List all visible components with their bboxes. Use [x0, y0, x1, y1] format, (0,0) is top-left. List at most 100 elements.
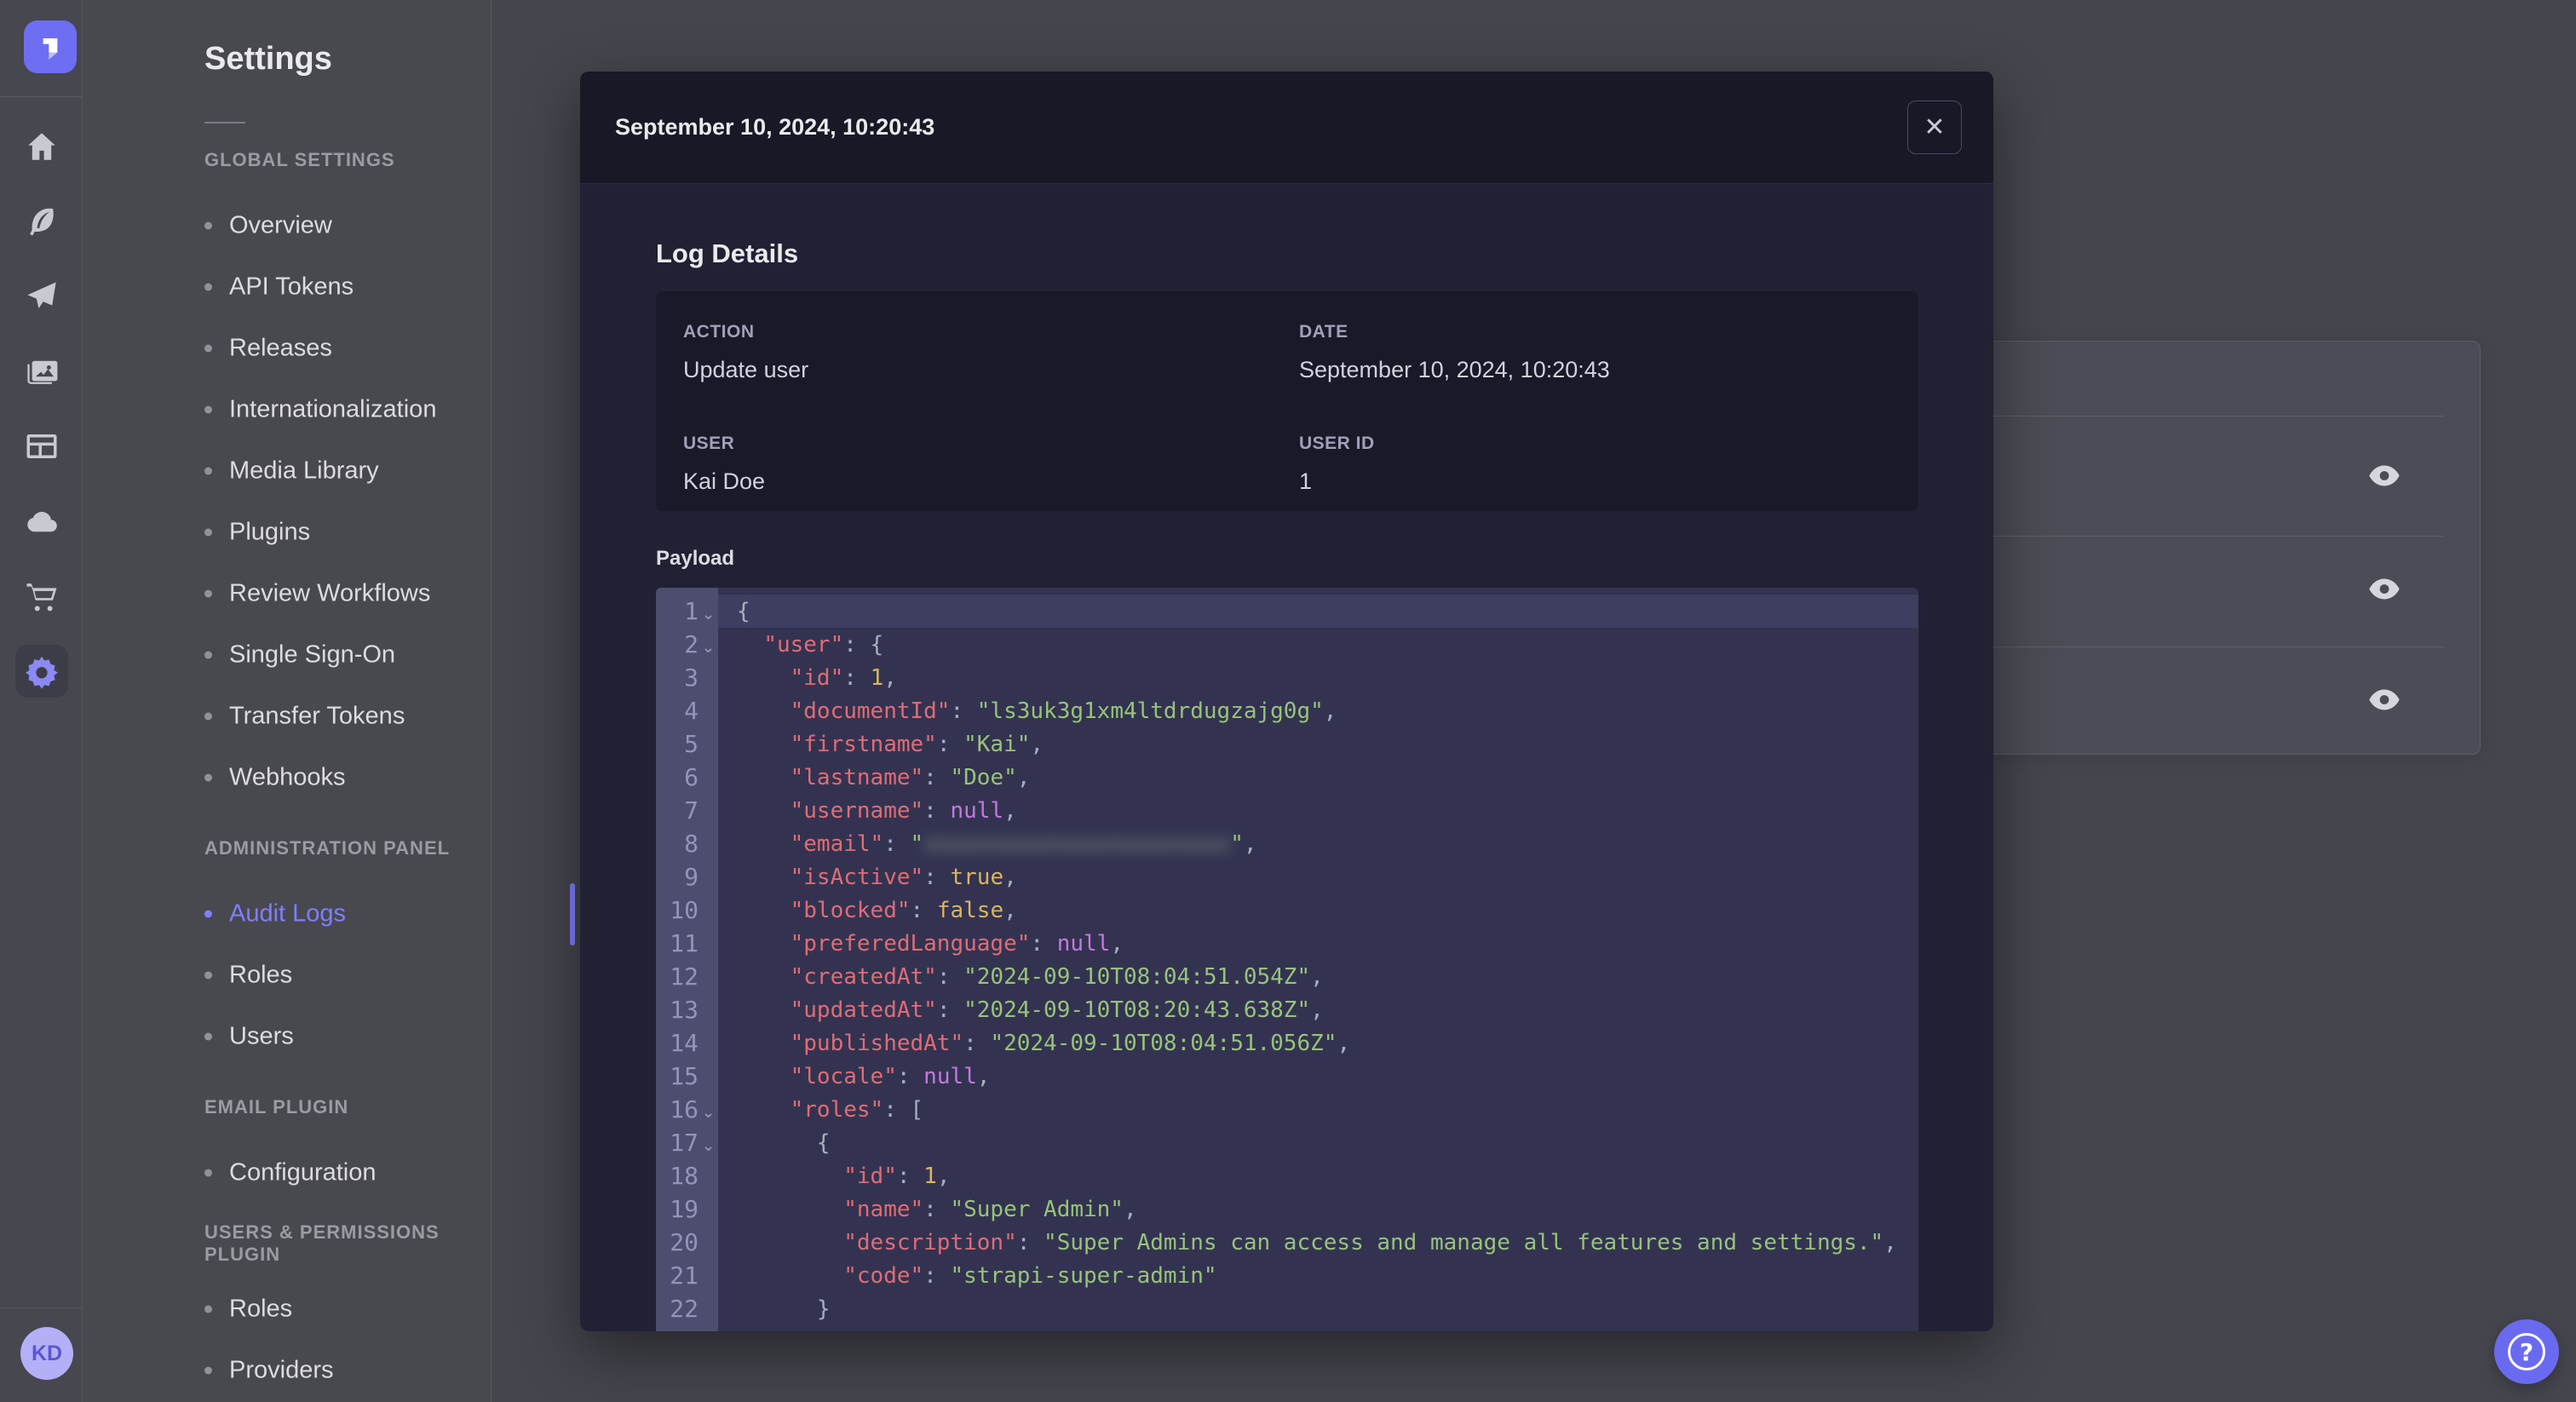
bullet-icon — [204, 528, 212, 537]
app-icon-rail: KD — [0, 0, 83, 1402]
sidebar-item-webhooks[interactable]: Webhooks — [204, 764, 346, 792]
sidebar-item-audit-logs[interactable]: Audit Logs — [204, 900, 346, 928]
deploy-icon — [26, 282, 56, 308]
sidebar-item-single-sign-on[interactable]: Single Sign-On — [204, 641, 395, 669]
sidebar-item-review-workflows[interactable]: Review Workflows — [204, 580, 430, 608]
bullet-icon — [204, 283, 212, 291]
code-text: "email": " xxxxxxxxxxxxxxxxxxxxxxx ", — [790, 830, 1257, 857]
sidebar-item-plugins[interactable]: Plugins — [204, 519, 310, 547]
sidebar-item-configuration[interactable]: Configuration — [204, 1159, 377, 1187]
code-line: 9 "isActive": true, — [656, 860, 1918, 893]
rail-item-content-builder[interactable] — [0, 184, 83, 259]
sidebar-item-releases[interactable]: Releases — [204, 335, 332, 363]
rail-item-home[interactable] — [0, 109, 83, 184]
fold-chevron-icon[interactable]: ⌄ — [699, 633, 718, 657]
code-text: } — [737, 1296, 831, 1322]
code-line: 22 } — [656, 1292, 1918, 1325]
field-label: USER — [683, 434, 735, 453]
bullet-icon — [204, 651, 212, 659]
rail-item-marketplace[interactable] — [0, 559, 83, 634]
code-line: 5 "firstname": "Kai", — [656, 727, 1918, 761]
line-number: 9 — [684, 863, 699, 891]
help-button[interactable]: ? — [2494, 1319, 2559, 1384]
sidebar-scrollbar-thumb[interactable] — [570, 883, 575, 945]
line-number: 21 — [670, 1261, 699, 1290]
code-text: "updatedAt": "2024-09-10T08:20:43.638Z", — [790, 997, 1324, 1023]
rail-item-content-manager[interactable] — [0, 409, 83, 484]
field-label: ACTION — [683, 322, 755, 342]
view-log-button[interactable] — [2360, 681, 2408, 717]
fold-chevron-icon[interactable]: ⌄ — [699, 1131, 718, 1155]
code-line: 10 "blocked": false, — [656, 893, 1918, 927]
sidebar-item-label: Releases — [229, 334, 332, 362]
eye-icon — [2369, 465, 2400, 486]
sidebar-item-roles[interactable]: Roles — [204, 962, 292, 990]
code-text: "blocked": false, — [790, 897, 1017, 923]
sidebar-item-api-tokens[interactable]: API Tokens — [204, 273, 354, 302]
code-line: 11 "preferedLanguage": null, — [656, 927, 1918, 960]
bullet-icon — [204, 589, 212, 598]
sidebar-item-overview[interactable]: Overview — [204, 212, 332, 240]
payload-label: Payload — [656, 547, 735, 570]
modal-body: Log Details ACTION Update user DATE Septemb… — [580, 184, 1993, 1331]
code-text: "username": null, — [790, 797, 1017, 824]
code-text: "roles": [ — [790, 1096, 924, 1123]
user-avatar[interactable]: KD — [20, 1327, 73, 1380]
sidebar-item-media-library[interactable]: Media Library — [204, 457, 379, 486]
sidebar-item-transfer-tokens[interactable]: Transfer Tokens — [204, 703, 405, 731]
sidebar-item-providers[interactable]: Providers — [204, 1357, 334, 1385]
bullet-icon — [204, 467, 212, 475]
rail-divider — [0, 96, 83, 97]
code-line: 4 "documentId": "ls3uk3g1xm4ltdrdugzajg0… — [656, 694, 1918, 727]
log-details-heading: Log Details — [656, 238, 799, 268]
code-line: 12 "createdAt": "2024-09-10T08:04:51.054… — [656, 960, 1918, 993]
sidebar-item-label: Roles — [229, 961, 293, 989]
sidebar-item-roles[interactable]: Roles — [204, 1296, 292, 1324]
view-log-button[interactable] — [2360, 571, 2408, 606]
line-number: 14 — [670, 1029, 699, 1057]
sidebar-item-label: Transfer Tokens — [229, 702, 405, 730]
nav-section-label: ADMINISTRATION PANEL — [204, 837, 451, 859]
field-label: USER ID — [1299, 434, 1375, 453]
line-number: 17 — [670, 1129, 699, 1157]
code-text: "description": "Super Admins can access … — [843, 1229, 1897, 1255]
modal-title: September 10, 2024, 10:20:43 — [615, 114, 935, 140]
line-number: 11 — [670, 929, 699, 957]
fold-chevron-icon[interactable]: ⌄ — [699, 1098, 718, 1122]
rail-item-settings[interactable] — [0, 634, 83, 709]
sidebar-item-label: Roles — [229, 1295, 293, 1323]
rail-item-cloud[interactable] — [0, 484, 83, 559]
nav-section-label: EMAIL PLUGIN — [204, 1096, 349, 1118]
fold-chevron-icon[interactable]: ⌄ — [699, 600, 718, 623]
view-log-button[interactable] — [2360, 457, 2408, 493]
close-icon[interactable]: ✕ — [1907, 101, 1962, 154]
sidebar-item-label: API Tokens — [229, 273, 354, 301]
line-number: 5 — [684, 730, 699, 758]
line-number: 23 — [656, 1328, 699, 1331]
code-line: 21 "code": "strapi-super-admin" — [656, 1259, 1918, 1292]
payload-code-editor[interactable]: 1 ⌄{2 ⌄ "user": {3 "id": 1,4 "documentId":… — [656, 588, 1918, 1331]
strapi-logo[interactable] — [24, 20, 77, 73]
nav-section-label: GLOBAL SETTINGS — [204, 149, 395, 170]
bullet-icon — [204, 221, 212, 230]
sidebar-item-internationalization[interactable]: Internationalization — [204, 396, 436, 424]
line-number: 3 — [684, 664, 699, 692]
eye-icon — [2369, 578, 2400, 599]
bullet-icon — [204, 1305, 212, 1313]
code-text: "code": "strapi-super-admin" — [843, 1262, 1217, 1289]
line-number: 1 — [684, 597, 699, 625]
rail-item-deploy[interactable] — [0, 259, 83, 334]
line-number: 4 — [684, 697, 699, 725]
rail-item-media-library[interactable] — [0, 334, 83, 409]
line-number: 6 — [684, 763, 699, 791]
code-text: "id": 1, — [843, 1163, 951, 1189]
sidebar-item-users[interactable]: Users — [204, 1023, 294, 1051]
code-line: 16 ⌄ "roles": [ — [656, 1093, 1918, 1126]
